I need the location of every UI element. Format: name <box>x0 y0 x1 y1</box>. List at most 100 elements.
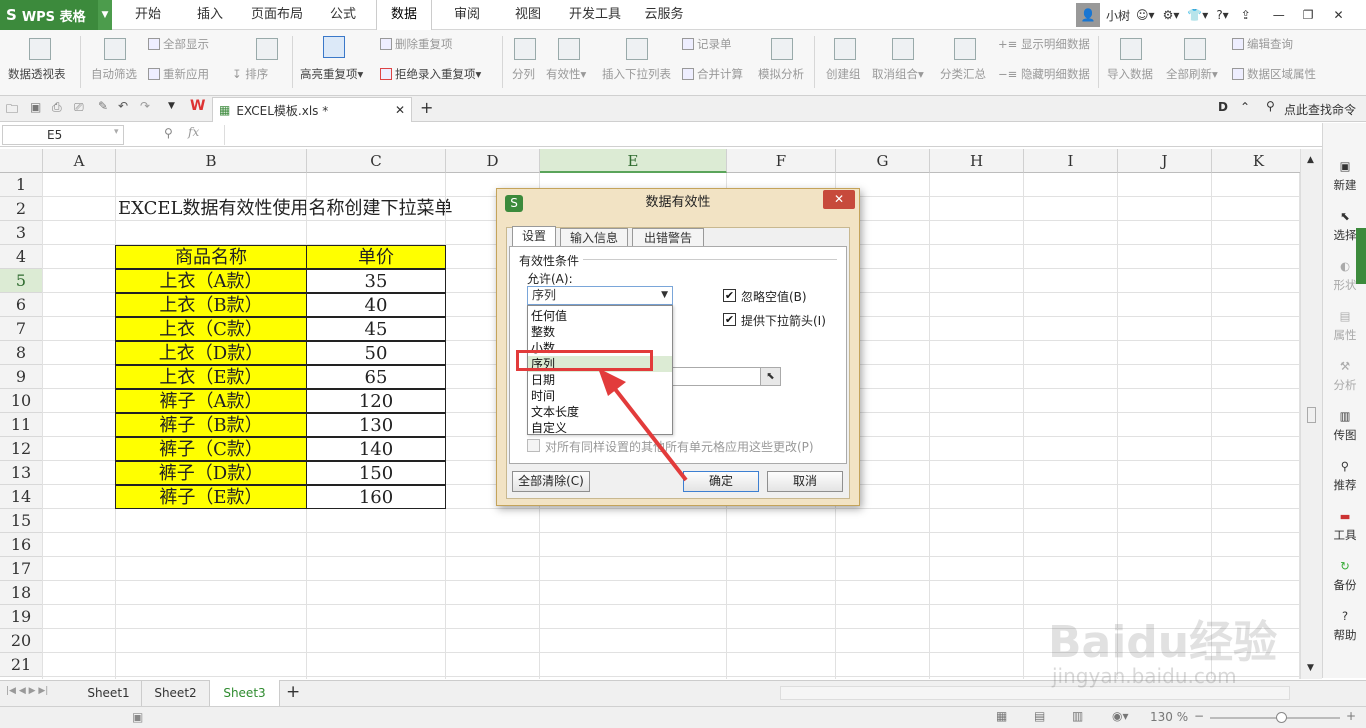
upload-icon[interactable]: ⇪ <box>1241 8 1251 22</box>
sidebar-item-tools[interactable]: ▬ 工具 <box>1323 509 1366 543</box>
tab-developer[interactable]: 开发工具 <box>564 0 626 30</box>
create-group-button[interactable]: 创建组 <box>826 66 861 82</box>
table-cell-price[interactable]: 45 <box>306 317 446 341</box>
tab-input-message[interactable]: 输入信息 <box>560 228 628 247</box>
print-preview-icon[interactable]: ⎙ <box>52 100 62 115</box>
name-box[interactable]: E5 <box>2 125 124 145</box>
row-header-8[interactable]: 8 <box>0 341 43 365</box>
col-header-a[interactable]: A <box>43 149 116 173</box>
table-cell-price[interactable]: 160 <box>306 485 446 509</box>
record-button[interactable]: 记录单 <box>697 37 732 51</box>
select-all-corner[interactable] <box>0 149 43 173</box>
col-header-d[interactable]: D <box>446 149 540 173</box>
simulate-button[interactable]: 模拟分析 <box>758 66 804 82</box>
table-cell-price[interactable]: 130 <box>306 413 446 437</box>
table-cell-price[interactable]: 40 <box>306 293 446 317</box>
merge-calc-button[interactable]: 合并计算 <box>697 67 743 81</box>
scroll-up-icon[interactable]: ▲ <box>1307 155 1314 165</box>
row-header-11[interactable]: 11 <box>0 413 43 437</box>
allow-option[interactable]: 整数 <box>528 324 672 340</box>
zoom-in-icon[interactable]: + <box>1346 709 1356 723</box>
table-cell-name[interactable]: 裤子（E款） <box>115 485 307 509</box>
sidebar-item-analysis[interactable]: ⚒ 分析 <box>1323 359 1366 393</box>
save-icon[interactable]: ▣ <box>30 100 41 114</box>
reject-dup-button[interactable]: 拒绝录入重复项 <box>395 67 476 81</box>
row-header-14[interactable]: 14 <box>0 485 43 509</box>
row-header-10[interactable]: 10 <box>0 389 43 413</box>
insert-dropdown-button[interactable]: 插入下拉列表 <box>602 66 671 82</box>
col-header-c[interactable]: C <box>307 149 446 173</box>
formula-input[interactable] <box>224 125 1320 145</box>
table-cell-price[interactable]: 65 <box>306 365 446 389</box>
vertical-scrollbar[interactable]: ▲ ▼ <box>1300 149 1322 679</box>
help-icon[interactable]: ?▾ <box>1216 8 1228 22</box>
table-cell-name[interactable]: 上衣（A款） <box>115 269 307 293</box>
row-header-6[interactable]: 6 <box>0 293 43 317</box>
sheet-tab-3[interactable]: Sheet3 <box>210 680 280 706</box>
table-cell-name[interactable]: 裤子（A款） <box>115 389 307 413</box>
ignore-blank-checkbox[interactable]: ✔ <box>723 289 736 302</box>
print-icon[interactable]: ⎚ <box>74 100 84 115</box>
row-header-15[interactable]: 15 <box>0 509 43 533</box>
chevron-down-icon[interactable]: ▾ <box>114 127 119 137</box>
col-header-e[interactable]: E <box>540 149 727 173</box>
dialog-close-button[interactable]: ✕ <box>823 190 855 209</box>
expand-icon[interactable]: ⌃ <box>1240 100 1250 114</box>
clear-all-button[interactable]: 全部清除(C) <box>512 471 590 492</box>
show-all-button[interactable]: 全部显示 <box>163 37 209 51</box>
row-header-12[interactable]: 12 <box>0 437 43 461</box>
tab-formula[interactable]: 公式 <box>320 0 366 30</box>
chevron-down-icon[interactable]: ▼ <box>661 287 668 304</box>
allow-option[interactable]: 任何值 <box>528 308 672 324</box>
show-detail-button[interactable]: 显示明细数据 <box>1021 37 1090 51</box>
row-header-3[interactable]: 3 <box>0 221 43 245</box>
zoom-slider[interactable] <box>1210 717 1340 719</box>
split-button[interactable]: 分列 <box>512 66 535 82</box>
tab-view[interactable]: 视图 <box>504 0 552 30</box>
close-icon[interactable]: ✕ <box>1334 8 1344 22</box>
import-button[interactable]: 导入数据 <box>1107 66 1153 82</box>
skin-icon[interactable]: ☺▾ <box>1136 8 1155 22</box>
col-header-i[interactable]: I <box>1024 149 1118 173</box>
restore-icon[interactable]: ❐ <box>1303 8 1314 22</box>
sheet-tab-1[interactable]: Sheet1 <box>76 680 142 706</box>
table-cell-price[interactable]: 120 <box>306 389 446 413</box>
sidebar-item-recommend[interactable]: ⚲ 推荐 <box>1323 459 1366 493</box>
zoom-out-icon[interactable]: − <box>1194 709 1204 723</box>
validity-button[interactable]: 有效性▾ <box>546 66 586 82</box>
sidebar-collapse-handle[interactable] <box>1356 228 1366 284</box>
redo-icon[interactable]: ↷ <box>140 99 150 113</box>
tab-page-layout[interactable]: 页面布局 <box>246 0 308 30</box>
row-header-20[interactable]: 20 <box>0 629 43 653</box>
refresh-all-button[interactable]: 全部刷新▾ <box>1166 66 1218 82</box>
scroll-down-icon[interactable]: ▼ <box>1307 663 1314 673</box>
tab-settings[interactable]: 设置 <box>512 226 556 248</box>
sheet-tab-2[interactable]: Sheet2 <box>142 680 210 706</box>
autofilter-button[interactable]: 自动筛选 <box>91 66 137 82</box>
row-header-4[interactable]: 4 <box>0 245 43 269</box>
tab-error-alert[interactable]: 出错警告 <box>632 228 704 247</box>
remove-dup-button[interactable]: 删除重复项 <box>395 37 453 51</box>
close-tab-icon[interactable]: ✕ <box>395 103 405 117</box>
table-cell-price[interactable]: 35 <box>306 269 446 293</box>
table-header-name[interactable]: 商品名称 <box>115 245 307 269</box>
normal-view-icon[interactable]: ▦ <box>996 709 1007 723</box>
minimize-icon[interactable]: — <box>1273 8 1285 22</box>
tab-home[interactable]: 开始 <box>124 0 172 30</box>
reapply-button[interactable]: 重新应用 <box>163 67 209 81</box>
search-command[interactable]: 点此查找命令 <box>1284 101 1356 118</box>
eye-icon[interactable]: ◉▾ <box>1112 709 1129 723</box>
sidebar-item-backup[interactable]: ↻ 备份 <box>1323 559 1366 593</box>
sheet-nav-icon[interactable]: |◀ ◀ ▶ ▶| <box>6 686 48 696</box>
page-break-icon[interactable]: ▥ <box>1072 709 1083 723</box>
table-cell-price[interactable]: 140 <box>306 437 446 461</box>
avatar[interactable]: 👤 <box>1076 3 1100 27</box>
doc-mode-icon[interactable]: D <box>1218 100 1228 114</box>
tab-review[interactable]: 审阅 <box>444 0 490 30</box>
tab-data[interactable]: 数据 <box>376 0 432 30</box>
shirt-icon[interactable]: 👕▾ <box>1187 8 1208 22</box>
col-header-h[interactable]: H <box>930 149 1024 173</box>
scroll-thumb[interactable] <box>1307 407 1316 423</box>
sidebar-item-new[interactable]: ▣ 新建 <box>1323 159 1366 193</box>
settings-icon[interactable]: ⚙▾ <box>1163 8 1180 22</box>
